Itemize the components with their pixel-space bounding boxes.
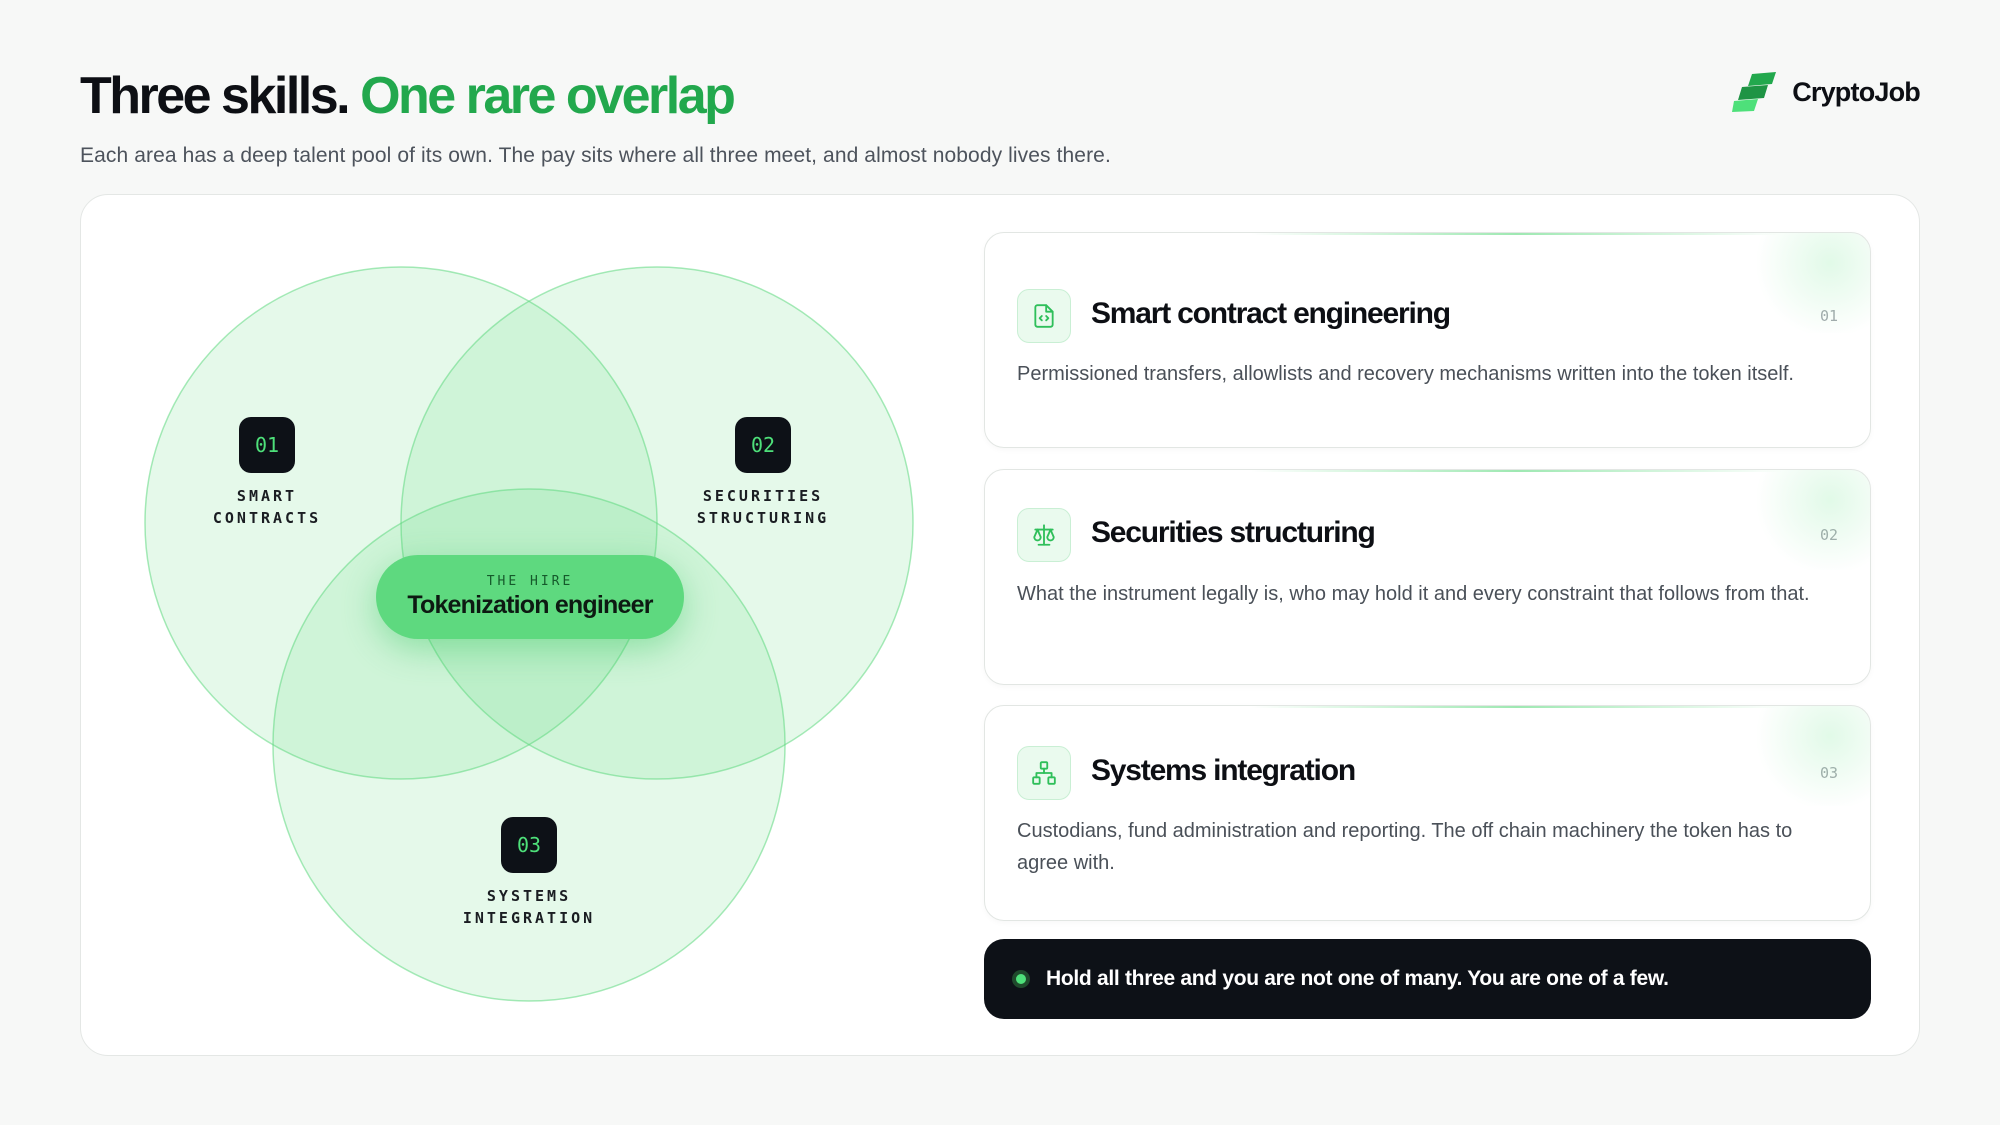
card-description: What the instrument legally is, who may … <box>1017 583 1810 605</box>
card-title: Securities structuring <box>1091 516 1376 549</box>
title-accent: One rare overlap <box>360 67 736 125</box>
venn-label-line: SYSTEMS <box>486 887 572 905</box>
card-icon-container <box>1017 508 1071 562</box>
hire-title: Tokenization engineer <box>407 591 653 619</box>
status-dot-icon <box>1012 970 1030 988</box>
venn-number-badge: 02 <box>735 417 791 473</box>
venn-label-securities-structuring: SECURITIES STRUCTURING <box>653 485 873 529</box>
skill-card-securities: Securities structuring 02 What the instr… <box>984 469 1871 685</box>
skill-card-systems: Systems integration 03 Custodians, fund … <box>984 705 1871 921</box>
card-number: 03 <box>1819 764 1838 782</box>
stacked-bars-logo-icon <box>1732 72 1777 112</box>
venn-label-line: CONTRACTS <box>212 509 322 527</box>
summary-banner: Hold all three and you are not one of ma… <box>984 939 1871 1019</box>
card-description: Custodians, fund administration and repo… <box>1017 820 1793 874</box>
card-icon-container <box>1017 746 1071 800</box>
venn-number-badge: 01 <box>239 417 295 473</box>
title-main: Three skills. <box>80 67 351 125</box>
venn-center-hire: THE HIRE Tokenization engineer <box>376 555 684 639</box>
header: Three skills. One rare overlap Each area… <box>80 62 1111 168</box>
banner-text: Hold all three and you are not one of ma… <box>1046 967 1669 990</box>
hire-eyebrow: THE HIRE <box>486 574 574 589</box>
card-icon-container <box>1017 289 1071 343</box>
card-title: Smart contract engineering <box>1091 297 1451 330</box>
code-file-icon <box>1034 304 1054 328</box>
venn-number-badge: 03 <box>501 817 557 873</box>
brand-name: CryptoJob <box>1792 76 1921 107</box>
venn-label-systems-integration: SYSTEMS INTEGRATION <box>419 885 639 929</box>
network-icon <box>1032 761 1056 785</box>
brand-logo[interactable]: CryptoJob <box>1732 72 1921 112</box>
page-subtitle: Each area has a deep talent pool of its … <box>80 144 1111 167</box>
venn-label-line: INTEGRATION <box>462 909 596 927</box>
venn-label-smart-contracts: SMART CONTRACTS <box>157 485 377 529</box>
card-number: 01 <box>1819 307 1838 325</box>
venn-label-line: SECURITIES <box>702 487 824 505</box>
card-number: 02 <box>1819 526 1838 544</box>
venn-label-line: SMART <box>236 487 298 505</box>
page-title: Three skills. One rare overlap <box>80 62 1111 130</box>
card-title: Systems integration <box>1091 754 1356 787</box>
card-description: Permissioned transfers, allowlists and r… <box>1017 363 1794 385</box>
scales-icon <box>1033 524 1055 546</box>
main-panel: 01 SMART CONTRACTS 02 SECURITIES STRUCTU… <box>80 194 1920 1056</box>
venn-label-line: STRUCTURING <box>696 509 830 527</box>
skill-card-smart-contracts: Smart contract engineering 01 Permission… <box>984 232 1871 448</box>
